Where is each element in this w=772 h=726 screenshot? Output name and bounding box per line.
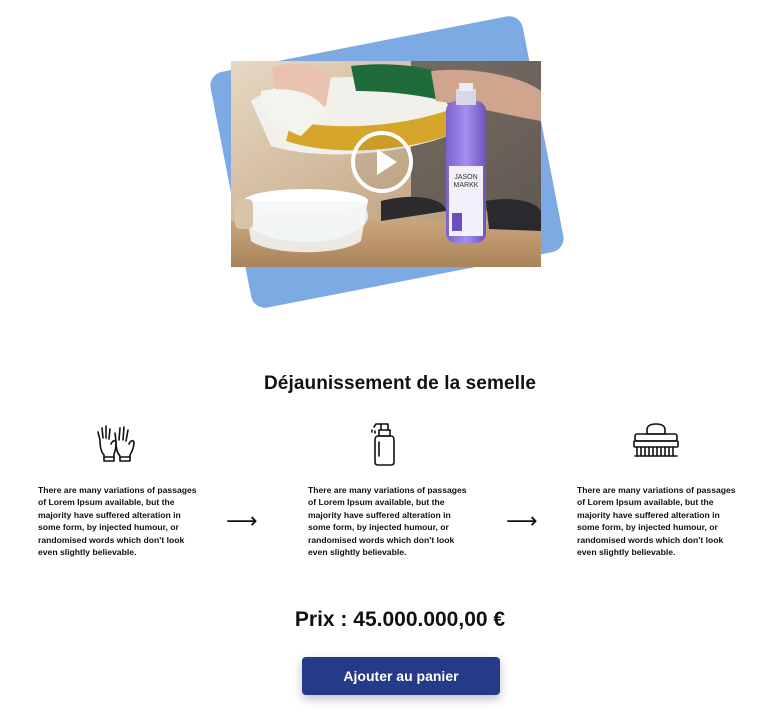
gloves-icon — [38, 420, 200, 466]
arrow-right-icon: ⟶ — [506, 508, 538, 533]
spray-bottle-icon — [308, 420, 470, 466]
step-spray: There are many variations of passages of… — [308, 420, 470, 558]
play-icon[interactable] — [351, 131, 413, 193]
step-description: There are many variations of passages of… — [577, 485, 736, 558]
price-label: Prix : 45.000.000,00 € — [294, 608, 506, 631]
service-title: Déjaunissement de la semelle — [263, 373, 537, 394]
bottle-label-line1: JASON — [454, 174, 477, 181]
video-thumbnail[interactable]: JASON MARKK — [231, 61, 541, 267]
add-to-cart-button[interactable]: Ajouter au panier — [302, 657, 500, 695]
step-description: There are many variations of passages of… — [308, 485, 467, 558]
step-gloves: There are many variations of passages of… — [38, 420, 200, 558]
brush-icon — [577, 420, 739, 466]
step-brush: There are many variations of passages of… — [577, 420, 739, 558]
bottle-label-line2: MARKK — [454, 182, 479, 189]
step-description: There are many variations of passages of… — [38, 485, 197, 558]
video-section: JASON MARKK — [200, 10, 580, 330]
arrow-right-icon: ⟶ — [226, 508, 258, 533]
